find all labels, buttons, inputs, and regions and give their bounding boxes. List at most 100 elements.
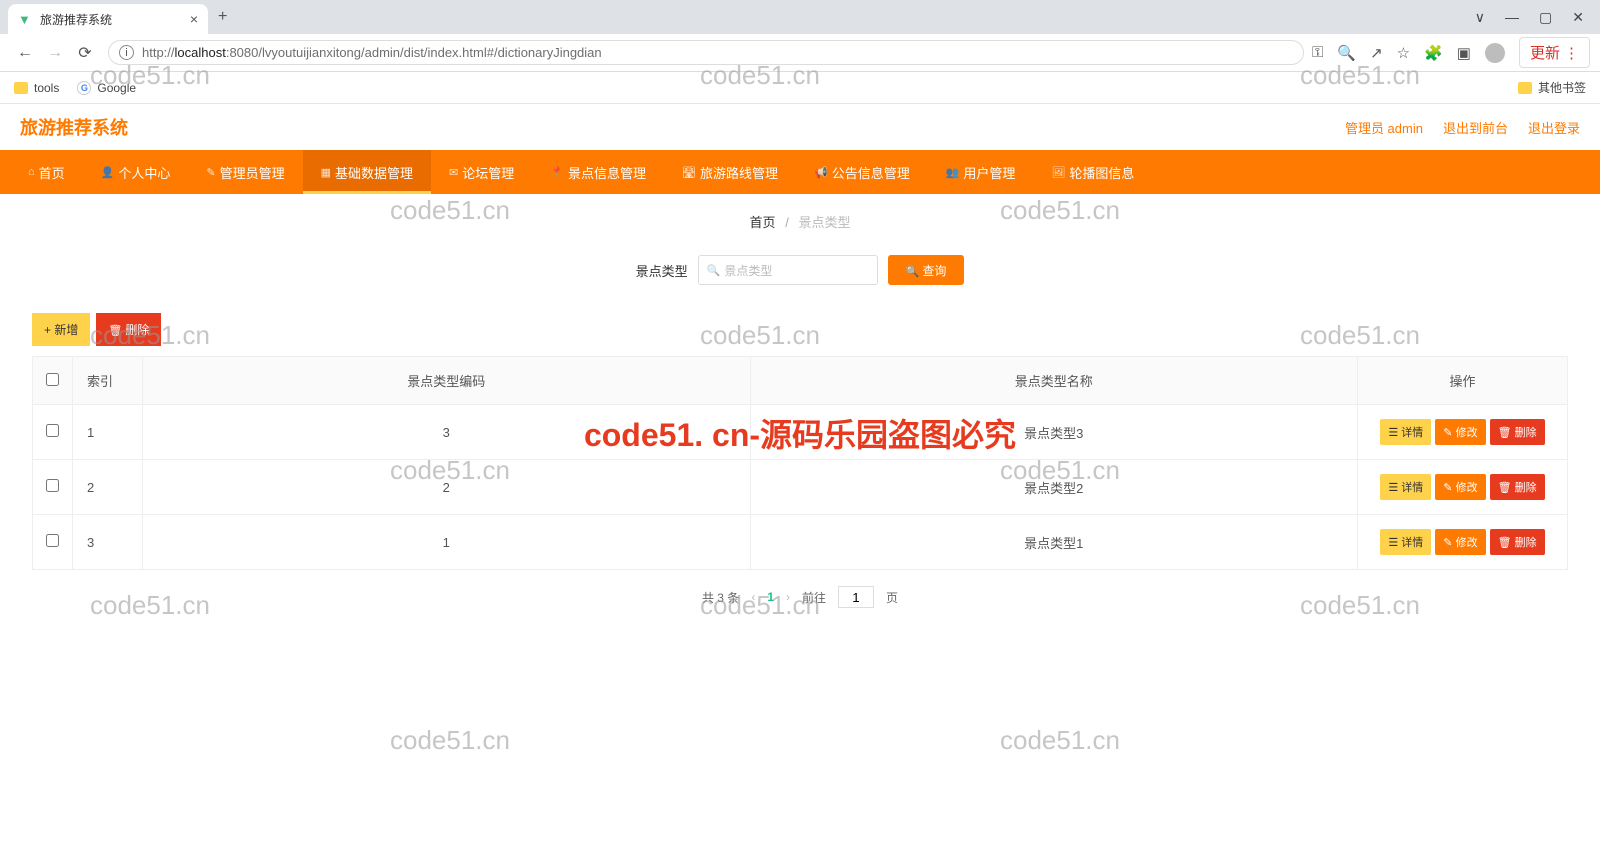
search-row: 景点类型 景点类型 查询 [0, 245, 1600, 313]
pagination-goto-post: 页 [886, 589, 898, 606]
profile-avatar-icon[interactable] [1485, 43, 1505, 63]
browser-update-button[interactable]: 更新⋮ [1519, 37, 1590, 68]
window-close-button[interactable]: ✕ [1572, 9, 1584, 26]
bulk-delete-button[interactable]: 删除 [96, 313, 161, 346]
row-detail-button[interactable]: ☰ 详情 [1380, 474, 1431, 500]
nav-reload-icon[interactable]: ⟳ [74, 43, 96, 63]
row-delete-button[interactable]: 🗑 删除 [1490, 419, 1545, 445]
nav-user[interactable]: 👥用户管理 [928, 150, 1034, 194]
nav-spot-info[interactable]: 📍景点信息管理 [532, 150, 664, 194]
data-table: 索引 景点类型编码 景点类型名称 操作 13景点类型3☰ 详情✎ 修改🗑 删除2… [32, 356, 1568, 570]
query-button[interactable]: 查询 [888, 255, 965, 285]
database-icon: ▦ [321, 166, 331, 179]
extensions-icon[interactable]: 🧩 [1424, 44, 1443, 62]
row-delete-button[interactable]: 🗑 删除 [1490, 529, 1545, 555]
row-checkbox[interactable] [46, 534, 59, 547]
nav-carousel[interactable]: 🖼轮播图信息 [1033, 150, 1152, 194]
row-delete-button[interactable]: 🗑 删除 [1490, 474, 1545, 500]
window-minimize-icon[interactable]: ∨ [1475, 9, 1485, 26]
nav-notice[interactable]: 📢公告信息管理 [796, 150, 928, 194]
app-title: 旅游推荐系统 [20, 114, 128, 140]
bell-icon: 📢 [814, 166, 828, 179]
th-code: 景点类型编码 [143, 357, 751, 405]
breadcrumb: 首页 / 景点类型 [0, 194, 1600, 245]
th-index: 索引 [73, 357, 143, 405]
th-ops: 操作 [1358, 357, 1568, 405]
browser-tab-bar: ▼ 旅游推荐系统 × + ∨ — ▢ ✕ [0, 0, 1600, 34]
row-edit-button[interactable]: ✎ 修改 [1435, 474, 1485, 500]
select-all-checkbox[interactable] [46, 373, 59, 386]
url-port: :8080 [226, 45, 259, 60]
header-to-front-link[interactable]: 退出到前台 [1443, 118, 1508, 137]
pagination-goto-input[interactable] [838, 586, 874, 608]
search-icon[interactable]: 🔍 [1337, 44, 1356, 62]
star-icon[interactable]: ☆ [1397, 44, 1410, 62]
cell-name: 景点类型3 [750, 405, 1358, 460]
cell-index: 2 [73, 460, 143, 515]
breadcrumb-root[interactable]: 首页 [750, 215, 776, 230]
favicon-vue-icon: ▼ [18, 12, 32, 26]
add-button[interactable]: 新增 [32, 313, 90, 346]
url-protocol: http:// [142, 45, 175, 60]
row-detail-button[interactable]: ☰ 详情 [1380, 419, 1431, 445]
url-path: /lvyoutuijianxitong/admin/dist/index.htm… [258, 45, 601, 60]
watermark: code51.cn [390, 725, 510, 756]
th-name: 景点类型名称 [750, 357, 1358, 405]
app-header: 旅游推荐系统 管理员 admin 退出到前台 退出登录 [0, 104, 1600, 150]
row-detail-button[interactable]: ☰ 详情 [1380, 529, 1431, 555]
row-checkbox[interactable] [46, 424, 59, 437]
cell-index: 1 [73, 405, 143, 460]
pagination-next-icon[interactable]: › [786, 590, 790, 604]
google-icon: G [77, 81, 91, 95]
site-info-icon[interactable]: i [119, 45, 134, 60]
breadcrumb-current: 景点类型 [798, 215, 850, 230]
other-bookmarks[interactable]: 其他书签 [1538, 79, 1586, 96]
cell-code: 1 [143, 515, 751, 570]
tab-close-icon[interactable]: × [190, 11, 198, 27]
table-toolbar: 新增 删除 [0, 313, 1600, 356]
row-edit-button[interactable]: ✎ 修改 [1435, 419, 1485, 445]
bookmarks-bar: tools G Google 其他书签 [0, 72, 1600, 104]
bookmark-google[interactable]: G Google [77, 81, 136, 95]
row-edit-button[interactable]: ✎ 修改 [1435, 529, 1485, 555]
url-host: localhost [175, 45, 226, 60]
route-icon: 🛣 [682, 166, 696, 179]
table-header-row: 索引 景点类型编码 景点类型名称 操作 [33, 357, 1568, 405]
new-tab-button[interactable]: + [218, 8, 227, 26]
map-pin-icon: 📍 [550, 166, 564, 179]
cell-name: 景点类型2 [750, 460, 1358, 515]
key-icon[interactable]: ⚿ [1312, 44, 1323, 61]
header-logout-link[interactable]: 退出登录 [1528, 118, 1580, 137]
folder-icon [1518, 82, 1532, 94]
nav-profile[interactable]: 👤个人中心 [83, 150, 189, 194]
search-input[interactable]: 景点类型 [698, 255, 878, 285]
nav-back-icon[interactable]: ← [14, 44, 36, 62]
share-icon[interactable]: ↗ [1370, 44, 1383, 62]
nav-forum[interactable]: ✉论坛管理 [431, 150, 532, 194]
row-checkbox[interactable] [46, 479, 59, 492]
cell-code: 2 [143, 460, 751, 515]
chat-icon: ✉ [449, 166, 458, 179]
nav-admin-manage[interactable]: ✎管理员管理 [188, 150, 302, 194]
bookmark-folder-tools[interactable]: tools [14, 81, 59, 95]
nav-home[interactable]: ⌂首页 [10, 150, 83, 194]
pagination-prev-icon[interactable]: ‹ [751, 590, 755, 604]
window-minimize-button[interactable]: — [1505, 9, 1519, 26]
watermark: code51.cn [1000, 725, 1120, 756]
window-maximize-button[interactable]: ▢ [1539, 9, 1552, 26]
table-row: 13景点类型3☰ 详情✎ 修改🗑 删除 [33, 405, 1568, 460]
pagination-page[interactable]: 1 [767, 590, 774, 604]
folder-icon [14, 82, 28, 94]
nav-base-data[interactable]: ▦基础数据管理 [303, 150, 431, 194]
image-icon: 🖼 [1051, 166, 1065, 179]
address-bar: ← → ⟳ i http:// localhost :8080 /lvyoutu… [0, 34, 1600, 72]
nav-forward-icon[interactable]: → [44, 44, 66, 62]
side-panel-icon[interactable]: ▣ [1457, 44, 1471, 62]
search-label: 景点类型 [636, 261, 688, 280]
url-input[interactable]: i http:// localhost :8080 /lvyoutuijianx… [108, 40, 1304, 65]
tab-title: 旅游推荐系统 [40, 11, 190, 28]
cell-name: 景点类型1 [750, 515, 1358, 570]
header-user-label[interactable]: 管理员 admin [1345, 118, 1423, 137]
browser-tab[interactable]: ▼ 旅游推荐系统 × [8, 4, 208, 34]
nav-route[interactable]: 🛣旅游路线管理 [664, 150, 796, 194]
